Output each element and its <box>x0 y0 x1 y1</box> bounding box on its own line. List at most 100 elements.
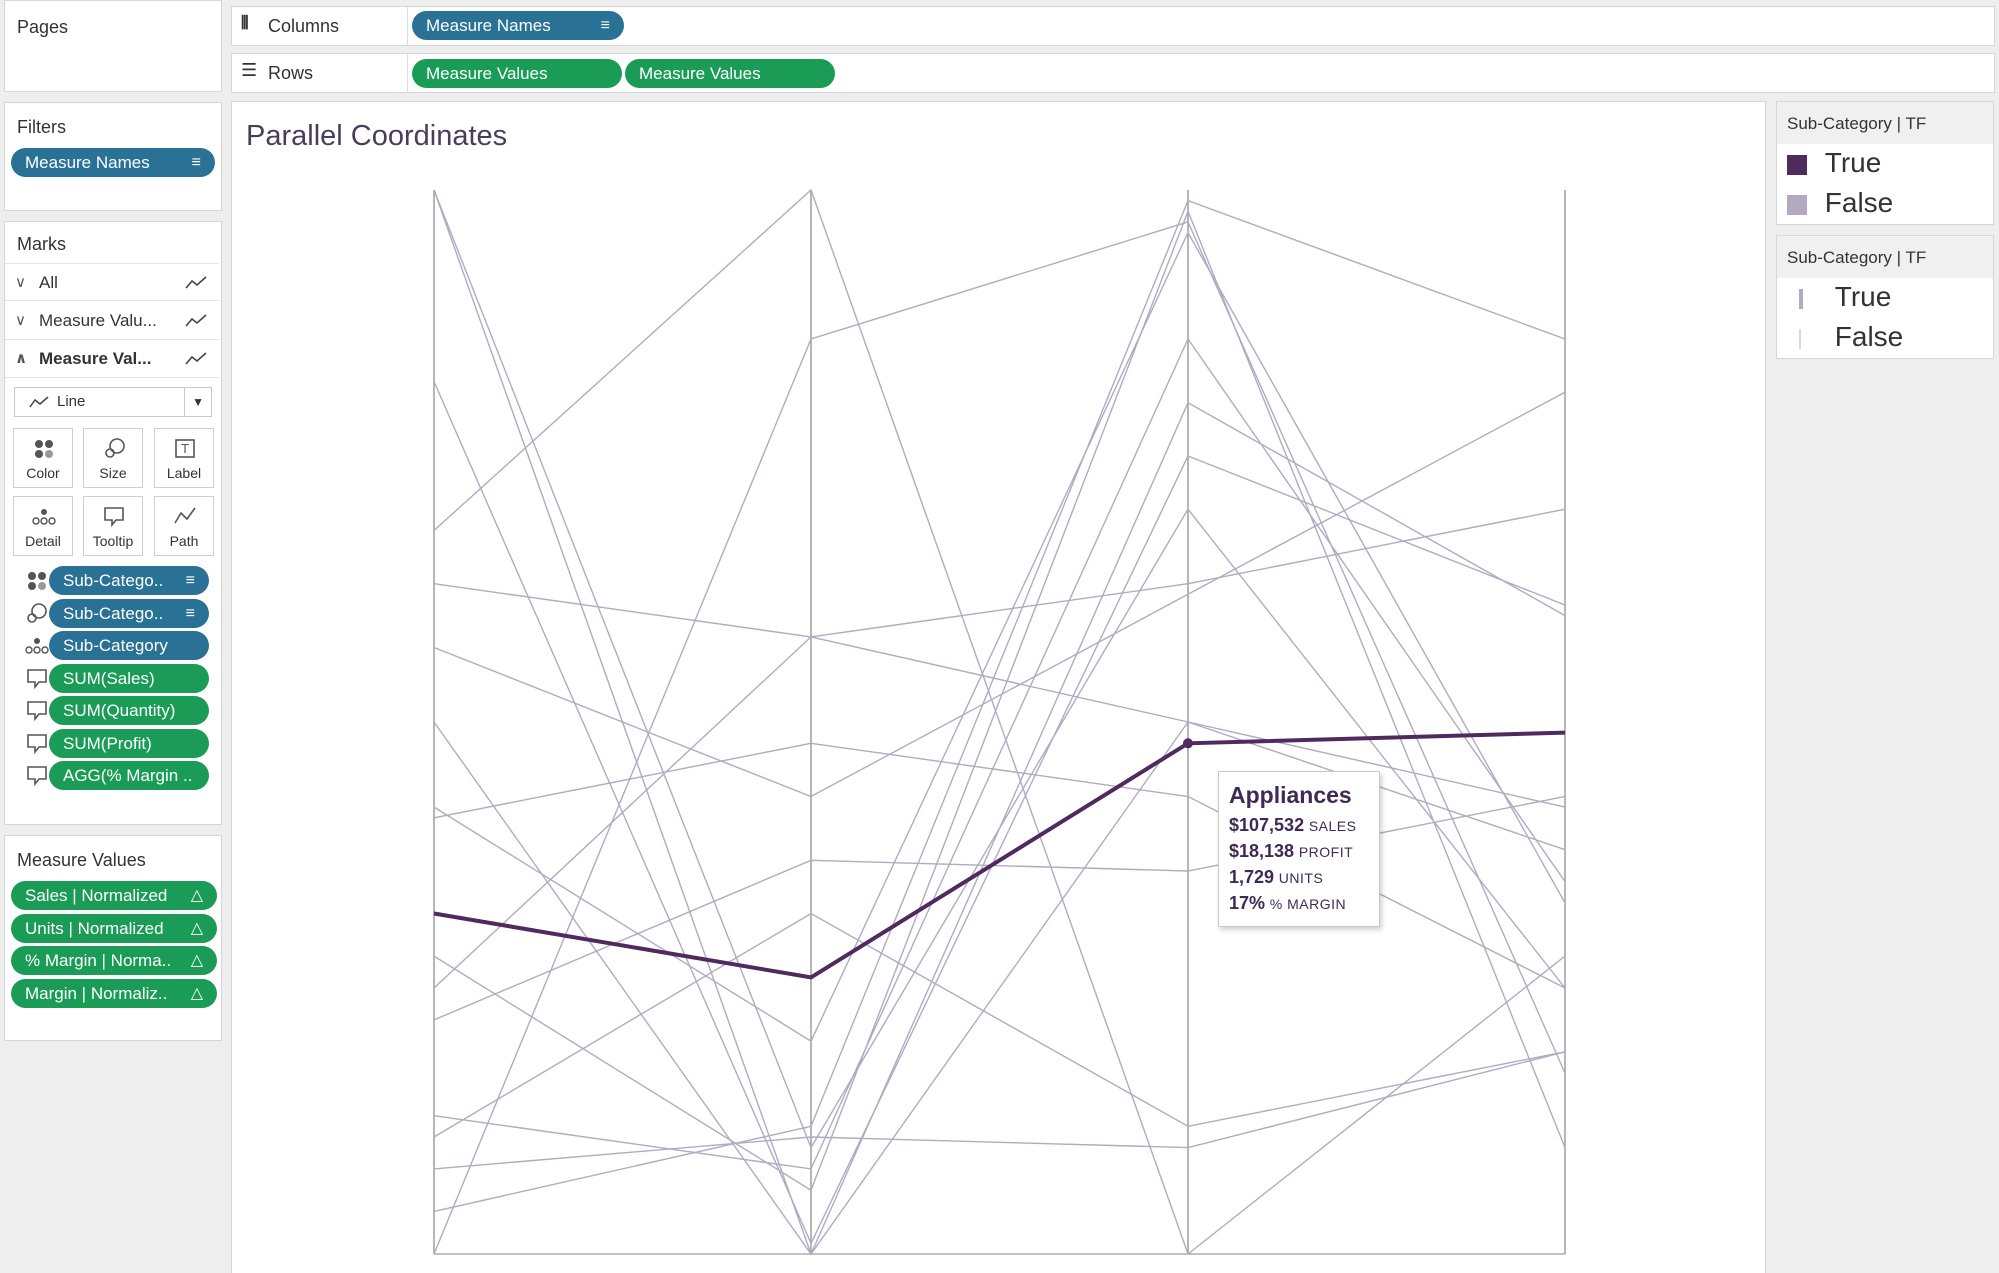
size-button[interactable]: Size <box>83 428 143 488</box>
detail-icon <box>25 638 49 654</box>
tooltip-value: 1,729 <box>1229 867 1275 887</box>
mark-field-pill[interactable]: Sub-Category <box>49 631 209 660</box>
mark-field-pill[interactable]: Sub-Catego.. ≡ <box>49 599 209 628</box>
mark-field-pill[interactable]: SUM(Profit) <box>49 729 209 758</box>
view-canvas <box>231 101 1766 1273</box>
measure-value-pill[interactable]: Sales | Normalized △ <box>11 881 217 910</box>
label-icon: T <box>175 439 195 458</box>
tooltip-unit: PROFIT <box>1298 844 1354 860</box>
tooltip-icon <box>104 507 124 528</box>
chevron-up-icon: ∧ <box>15 350 28 367</box>
color-button-label: Color <box>26 465 60 481</box>
tooltip-button[interactable]: Tooltip <box>83 496 143 556</box>
measure-value-label: Units | Normalized <box>25 919 164 938</box>
path-button[interactable]: Path <box>154 496 214 556</box>
svg-text:T: T <box>180 442 189 456</box>
mark-field-label: AGG(% Margin .. <box>63 766 193 785</box>
size-icon <box>105 438 125 458</box>
tooltip-popup: Appliances $107,532 SALES $18,138 PROFIT… <box>1218 771 1380 927</box>
legend-item-true[interactable]: True <box>1799 281 1891 313</box>
tooltip-title: Appliances <box>1229 782 1352 808</box>
shelf-divider <box>407 54 408 92</box>
rows-pill-label: Measure Values <box>426 64 548 83</box>
measure-value-pill[interactable]: Units | Normalized △ <box>11 914 217 943</box>
legend-color: Sub-Category | TF True False <box>1776 101 1994 225</box>
mark-field-pill[interactable]: SUM(Quantity) <box>49 696 209 725</box>
marks-card-measure-values-1[interactable]: ∨ Measure Valu... <box>5 302 219 340</box>
measure-values-shelf: Measure Values Sales | Normalized △ Unit… <box>4 835 222 1041</box>
rows-shelf[interactable]: ☰ Rows Measure Values Measure Values <box>231 53 1995 93</box>
tooltip-value: 17% <box>1229 893 1266 913</box>
marks-card-label: Measure Val... <box>39 349 152 368</box>
marks-title: Marks <box>17 234 66 254</box>
tooltip-icon <box>27 669 47 690</box>
mark-field-label: Sub-Catego.. <box>63 604 164 623</box>
columns-icon: ⫴ <box>241 13 250 33</box>
rows-pill-measure-values-2[interactable]: Measure Values <box>625 59 835 88</box>
line-mark-icon <box>185 352 207 365</box>
marks-card: Marks ∨ All ∨ Measure Valu... ∧ Measure … <box>4 221 222 825</box>
tooltip-value: $18,138 <box>1229 841 1295 861</box>
columns-shelf[interactable]: ⫴ Columns Measure Names ≡ <box>231 6 1995 46</box>
label-button[interactable]: T Label <box>154 428 214 488</box>
measure-value-label: Margin | Normaliz.. <box>25 984 168 1003</box>
columns-pill-measure-names[interactable]: Measure Names ≡ <box>412 11 624 40</box>
filter-pill-label: Measure Names <box>25 153 150 172</box>
measure-value-pill[interactable]: Margin | Normaliz.. △ <box>11 979 217 1008</box>
tooltip-button-label: Tooltip <box>92 533 134 549</box>
marks-card-label: Measure Valu... <box>39 311 157 330</box>
mark-field-pill[interactable]: AGG(% Margin .. <box>49 761 209 790</box>
mark-field-pill[interactable]: SUM(Sales) <box>49 664 209 693</box>
rows-pill-measure-values-1[interactable]: Measure Values <box>412 59 622 88</box>
tooltip-row-profit: $18,138 PROFIT <box>1229 839 1369 865</box>
filter-pill-measure-names[interactable]: Measure Names ≡ <box>11 148 215 177</box>
dropdown-divider <box>184 388 185 416</box>
legend-item-false[interactable]: False <box>1799 321 1903 353</box>
color-button[interactable]: Color <box>13 428 73 488</box>
legend-item-true[interactable]: True <box>1787 147 1881 179</box>
columns-pill-label: Measure Names <box>426 16 551 35</box>
path-button-label: Path <box>169 533 199 549</box>
path-icon <box>174 507 196 524</box>
legend-swatch <box>1787 194 1807 215</box>
mark-type-label: Line <box>57 393 86 410</box>
legend-item-label: False <box>1834 321 1904 352</box>
legend-swatch <box>1787 154 1807 175</box>
filters-shelf[interactable]: Filters Measure Names ≡ <box>4 102 222 211</box>
measure-values-title: Measure Values <box>17 850 146 870</box>
mark-field-label: SUM(Sales) <box>63 669 155 688</box>
marks-card-all[interactable]: ∨ All <box>5 263 219 301</box>
chevron-down-icon: ▼ <box>192 395 204 409</box>
legend-title: Sub-Category | TF <box>1777 236 1993 278</box>
mark-type-dropdown[interactable]: Line ▼ <box>14 387 212 417</box>
sort-icon: ≡ <box>185 605 195 622</box>
legend-size: Sub-Category | TF True False <box>1776 235 1994 359</box>
legend-item-label: True <box>1834 281 1892 312</box>
legend-title: Sub-Category | TF <box>1777 102 1993 144</box>
measure-value-pill[interactable]: % Margin | Norma.. △ <box>11 946 217 975</box>
marks-card-measure-values-2[interactable]: ∧ Measure Val... <box>5 340 219 378</box>
chevron-down-icon: ∨ <box>15 274 26 291</box>
sort-icon: ≡ <box>185 572 195 589</box>
marks-card-label: All <box>39 273 58 292</box>
chart-title: Parallel Coordinates <box>246 120 508 152</box>
color-dots-icon <box>28 572 46 590</box>
detail-button[interactable]: Detail <box>13 496 73 556</box>
legend-item-false[interactable]: False <box>1787 187 1893 219</box>
label-button-label: Label <box>166 465 202 481</box>
delta-icon: △ <box>190 920 203 937</box>
detail-button-label: Detail <box>25 533 61 549</box>
legend-item-label: False <box>1824 187 1894 218</box>
rows-pill-label: Measure Values <box>639 64 761 83</box>
rows-icon: ☰ <box>241 60 258 80</box>
tooltip-icon <box>27 734 47 755</box>
legend-swatch <box>1799 328 1801 349</box>
tooltip-row-sales: $107,532 SALES <box>1229 813 1369 839</box>
pages-shelf[interactable]: Pages <box>4 0 222 92</box>
delta-icon: △ <box>190 952 203 969</box>
detail-icon <box>32 509 56 525</box>
tooltip-icon <box>27 766 47 787</box>
mark-field-label: Sub-Category <box>63 636 168 655</box>
chevron-down-icon: ∨ <box>15 312 26 329</box>
mark-field-pill[interactable]: Sub-Catego.. ≡ <box>49 566 209 595</box>
